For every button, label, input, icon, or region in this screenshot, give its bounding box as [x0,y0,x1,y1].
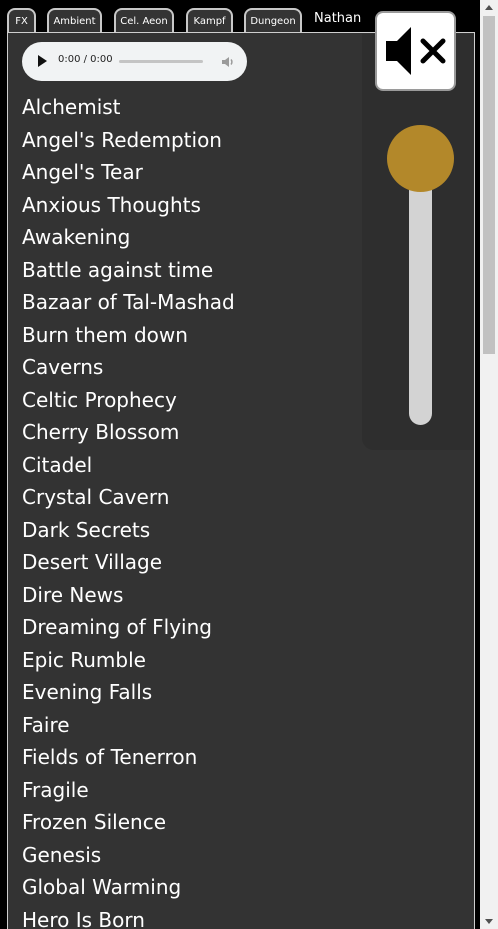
tab-nathan[interactable]: Nathan [314,11,361,26]
track-item[interactable]: Angel's Tear [22,157,362,190]
track-item[interactable]: Citadel [22,450,362,483]
track-item[interactable]: Caverns [22,352,362,385]
track-item[interactable]: Fields of Tenerron [22,742,362,775]
track-item[interactable]: Epic Rumble [22,645,362,678]
track-item[interactable]: Burn them down [22,320,362,353]
speaker-mute-icon [386,27,446,75]
track-item[interactable]: Dire News [22,580,362,613]
track-item[interactable]: Cherry Blossom [22,417,362,450]
tab-ambient[interactable]: Ambient [47,8,102,34]
audio-progress-bar[interactable] [119,60,203,63]
mute-button[interactable] [375,11,456,91]
track-item[interactable]: Genesis [22,840,362,873]
app-viewport: FX Ambient Cel. Aeon Kampf Dungeon Natha… [0,0,498,929]
track-item[interactable]: Frozen Silence [22,807,362,840]
track-item[interactable]: Awakening [22,222,362,255]
scrollbar-thumb[interactable] [483,16,495,354]
audio-time: 0:00 / 0:00 [58,54,113,65]
track-item[interactable]: Hero Is Born [22,905,362,929]
track-list: Alchemist Angel's Redemption Angel's Tear A… [22,92,362,929]
volume-slider-thumb[interactable] [387,125,454,192]
tab-dungeon[interactable]: Dungeon [244,8,302,34]
track-item[interactable]: Bazaar of Tal-Mashad [22,287,362,320]
play-icon[interactable] [38,55,47,67]
scroll-down-icon[interactable] [485,919,493,924]
track-item[interactable]: Faire [22,710,362,743]
track-item[interactable]: Evening Falls [22,677,362,710]
audio-player[interactable]: 0:00 / 0:00 [22,42,247,81]
volume-slider-track[interactable] [409,170,432,425]
track-item[interactable]: Anxious Thoughts [22,190,362,223]
track-item[interactable]: Dreaming of Flying [22,612,362,645]
track-item[interactable]: Celtic Prophecy [22,385,362,418]
track-item[interactable]: Alchemist [22,92,362,125]
tab-cel-aeon[interactable]: Cel. Aeon [114,8,174,34]
track-item[interactable]: Dark Secrets [22,515,362,548]
track-item[interactable]: Angel's Redemption [22,125,362,158]
track-item[interactable]: Global Warming [22,872,362,905]
speaker-icon[interactable] [220,54,236,70]
scroll-up-icon[interactable] [485,5,493,10]
scrollbar[interactable] [480,0,498,929]
track-item[interactable]: Desert Village [22,547,362,580]
track-item[interactable]: Crystal Cavern [22,482,362,515]
tab-kampf[interactable]: Kampf [186,8,233,34]
track-item[interactable]: Fragile [22,775,362,808]
tab-fx[interactable]: FX [7,8,36,34]
track-item[interactable]: Battle against time [22,255,362,288]
